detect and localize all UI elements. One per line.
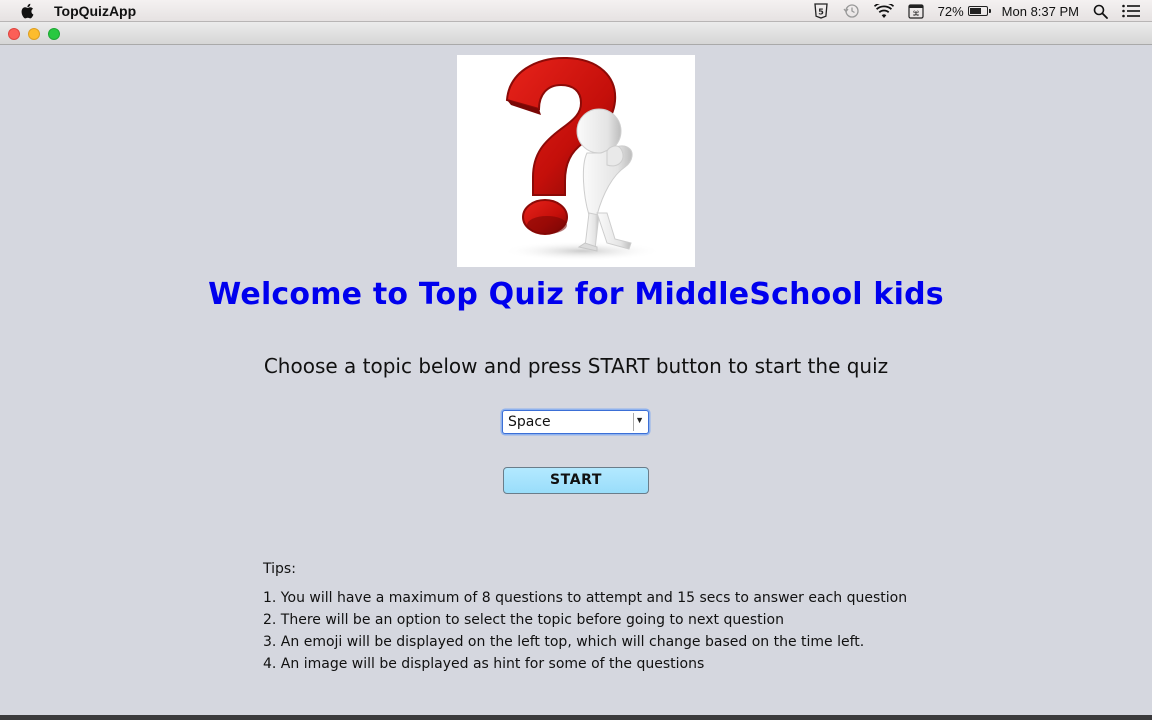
hero-image [457, 55, 695, 267]
topic-select-value: Space [508, 414, 551, 430]
question-mark-figure-illustration [502, 56, 662, 261]
topic-select[interactable]: Space ▼ [502, 410, 649, 434]
keyboard-input-icon[interactable]: ⌘ [908, 3, 924, 19]
tips-title: Tips: [263, 561, 296, 577]
battery-status[interactable]: 72% [937, 3, 991, 19]
menu-bar: TopQuizApp 5 ⌘ 72% Mon 8:37 PM [0, 0, 1152, 22]
time-machine-icon[interactable] [842, 3, 860, 19]
desktop-edge [0, 715, 1152, 720]
wifi-icon[interactable] [873, 3, 894, 19]
html5-icon[interactable]: 5 [813, 3, 828, 19]
svg-text:5: 5 [818, 8, 824, 17]
start-button[interactable]: START [503, 467, 649, 494]
window-maximize-button[interactable] [48, 28, 60, 40]
battery-percent: 72% [937, 3, 964, 19]
window-close-button[interactable] [8, 28, 20, 40]
tip-item: 4. An image will be displayed as hint fo… [263, 656, 705, 672]
battery-icon [967, 6, 991, 16]
spotlight-search-icon[interactable] [1093, 4, 1108, 19]
app-menu-name[interactable]: TopQuizApp [54, 3, 136, 19]
apple-icon[interactable] [20, 3, 34, 19]
clock[interactable]: Mon 8:37 PM [1002, 4, 1079, 19]
battery-level [969, 8, 982, 14]
quiz-start-panel: Welcome to Top Quiz for MiddleSchool kid… [0, 45, 1152, 715]
welcome-title: Welcome to Top Quiz for MiddleSchool kid… [208, 277, 944, 312]
notification-center-icon[interactable] [1122, 4, 1140, 18]
select-divider [633, 413, 634, 431]
tip-item: 1. You will have a maximum of 8 question… [263, 590, 908, 606]
tips-section: Tips: 1. You will have a maximum of 8 qu… [263, 561, 907, 675]
status-area: 5 ⌘ 72% Mon 8:37 PM [813, 0, 1152, 22]
window-titlebar[interactable] [0, 22, 1152, 45]
window-minimize-button[interactable] [28, 28, 40, 40]
svg-text:⌘: ⌘ [912, 10, 919, 18]
tip-item: 2. There will be an option to select the… [263, 612, 784, 628]
tip-item: 3. An emoji will be displayed on the lef… [263, 634, 865, 650]
chevron-down-icon[interactable]: ▼ [635, 415, 644, 425]
instructions-text: Choose a topic below and press START but… [263, 354, 889, 378]
